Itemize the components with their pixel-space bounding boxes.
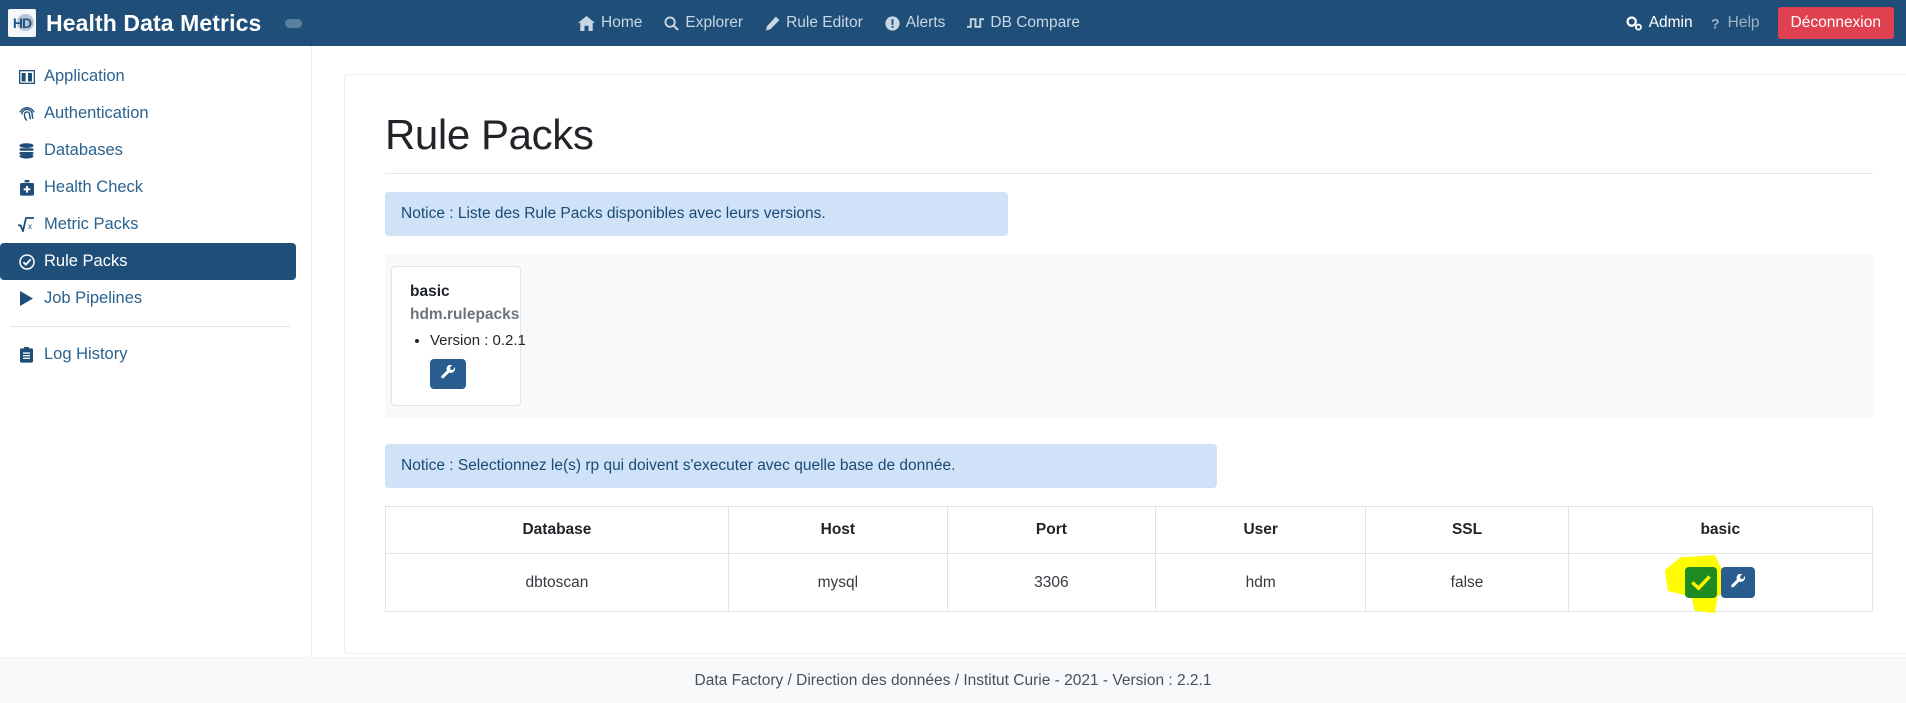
footer-text: Data Factory / Direction des données / I… — [694, 671, 1212, 689]
col-header-ssl: SSL — [1365, 506, 1569, 554]
briefcase-medical-icon — [18, 179, 35, 196]
question-icon: ? — [1711, 16, 1722, 31]
page-footer: Data Factory / Direction des données / I… — [0, 657, 1906, 703]
wave-square-icon — [967, 16, 985, 30]
nav-link-rule-editor-label: Rule Editor — [786, 14, 863, 31]
main-content: Rule Packs Notice : Liste des Rule Packs… — [312, 46, 1906, 703]
sidebar-divider — [10, 326, 290, 327]
sidebar-item-authentication-label: Authentication — [44, 104, 149, 122]
play-icon — [18, 291, 35, 306]
cell-basic-actions — [1567, 553, 1874, 613]
nav-link-help-label: Help — [1727, 14, 1760, 31]
title-divider — [385, 173, 1873, 174]
wrench-icon — [440, 364, 456, 383]
sidebar-item-application-label: Application — [44, 67, 125, 85]
cell-ssl: false — [1365, 553, 1569, 612]
svg-text:x: x — [28, 222, 32, 231]
nav-link-alerts-label: Alerts — [905, 14, 946, 31]
rule-pack-database-table: Database Host Port User SSL basic dbtosc… — [385, 506, 1874, 613]
basic-enabled-checkbox[interactable] — [1685, 567, 1718, 598]
table-body: dbtoscan mysql 3306 hdm false — [385, 553, 1874, 613]
col-header-port: Port — [946, 506, 1156, 554]
sidebar-item-application[interactable]: Application — [0, 58, 296, 95]
sidebar-item-databases[interactable]: Databases — [0, 132, 296, 169]
sidebar-item-job-pipelines-label: Job Pipelines — [44, 289, 143, 307]
sidebar-item-log-history[interactable]: Log History — [0, 336, 296, 373]
square-root-icon: x — [18, 217, 35, 232]
rule-pack-configure-button[interactable] — [430, 359, 466, 389]
table-row: dbtoscan mysql 3306 hdm false — [385, 553, 1874, 613]
nav-link-admin-label: Admin — [1648, 14, 1693, 31]
rule-pack-version: Version : 0.2.1 — [430, 332, 526, 349]
notice-select-db: Notice : Selectionnez le(s) rp qui doive… — [385, 444, 1217, 488]
app-logo-icon: HD — [8, 9, 36, 37]
nav-link-home-label: Home — [601, 14, 643, 31]
rule-pack-name: basic — [410, 283, 450, 300]
clipboard-list-icon — [18, 346, 35, 363]
rule-pack-namespace: hdm.rulepacks — [410, 306, 520, 323]
nav-link-admin[interactable]: Admin — [1626, 14, 1693, 32]
sidebar-item-health-check[interactable]: Health Check — [0, 169, 296, 206]
nav-link-explorer-label: Explorer — [685, 14, 744, 31]
table-head: Database Host Port User SSL basic — [385, 506, 1874, 554]
sidebar: Application Authentication Databases Hea… — [0, 46, 312, 703]
basic-action-group — [1664, 555, 1756, 613]
nav-right-links: Admin ? Help Déconnexion — [1626, 7, 1894, 39]
cell-port: 3306 — [946, 553, 1156, 612]
sidebar-item-metric-packs[interactable]: x Metric Packs — [0, 206, 296, 243]
sidebar-item-databases-label: Databases — [44, 141, 123, 159]
col-header-basic: basic — [1567, 506, 1874, 554]
pencil-icon — [765, 16, 780, 31]
app-title: Health Data Metrics — [46, 9, 262, 36]
nav-link-explorer[interactable]: Explorer — [664, 14, 743, 32]
nav-center-links: Home Explorer Rule Editor Alerts DB Comp — [578, 14, 1080, 32]
nav-link-alerts[interactable]: Alerts — [885, 14, 946, 32]
table-header-row: Database Host Port User SSL basic — [385, 506, 1874, 554]
sidebar-item-job-pipelines[interactable]: Job Pipelines — [0, 280, 296, 317]
col-header-database: Database — [385, 506, 729, 554]
cell-host: mysql — [727, 553, 948, 612]
sidebar-item-log-history-label: Log History — [44, 345, 128, 363]
rule-pack-details: Version : 0.2.1 — [410, 332, 526, 349]
col-header-host: Host — [727, 506, 948, 554]
sidebar-item-authentication[interactable]: Authentication — [0, 95, 296, 132]
sidebar-item-rule-packs-label: Rule Packs — [44, 252, 128, 270]
content-card: Rule Packs Notice : Liste des Rule Packs… — [344, 74, 1906, 654]
sidebar-item-metric-packs-label: Metric Packs — [44, 215, 139, 233]
logout-button[interactable]: Déconnexion — [1777, 7, 1894, 39]
sidebar-item-health-check-label: Health Check — [44, 178, 144, 196]
fingerprint-icon — [18, 106, 35, 122]
nav-link-db-compare-label: DB Compare — [990, 14, 1080, 31]
notice-rule-packs: Notice : Liste des Rule Packs disponible… — [385, 192, 1008, 236]
nav-link-rule-editor[interactable]: Rule Editor — [765, 14, 863, 32]
brand[interactable]: HD Health Data Metrics — [8, 9, 303, 37]
search-icon — [664, 15, 680, 31]
cell-database: dbtoscan — [385, 553, 729, 612]
nav-link-db-compare[interactable]: DB Compare — [967, 14, 1080, 32]
columns-icon — [18, 69, 35, 84]
rule-pack-strip: basic hdm.rulepacks Version : 0.2.1 — [385, 254, 1873, 418]
home-icon — [578, 15, 595, 31]
nav-link-help[interactable]: ? Help — [1711, 14, 1760, 32]
svg-text:?: ? — [1711, 16, 1720, 31]
nav-link-home[interactable]: Home — [578, 14, 642, 32]
page-body: Application Authentication Databases Hea… — [0, 46, 1906, 703]
top-navbar: HD Health Data Metrics Home Explorer Rul… — [0, 0, 1906, 46]
wrench-icon — [1731, 572, 1746, 592]
basic-configure-button[interactable] — [1721, 567, 1756, 598]
logo-text: HD — [12, 15, 32, 31]
sidebar-item-rule-packs[interactable]: Rule Packs — [0, 243, 296, 280]
rule-pack-card[interactable]: basic hdm.rulepacks Version : 0.2.1 — [391, 266, 526, 406]
database-icon — [18, 142, 35, 159]
check-icon — [1691, 574, 1712, 591]
exclamation-circle-icon — [885, 15, 900, 31]
page-title: Rule Packs — [385, 111, 594, 158]
col-header-user: User — [1154, 506, 1367, 554]
cell-user: hdm — [1154, 553, 1367, 612]
gears-icon — [1626, 15, 1643, 31]
check-circle-icon — [18, 253, 35, 270]
brand-pill-badge — [285, 18, 303, 28]
